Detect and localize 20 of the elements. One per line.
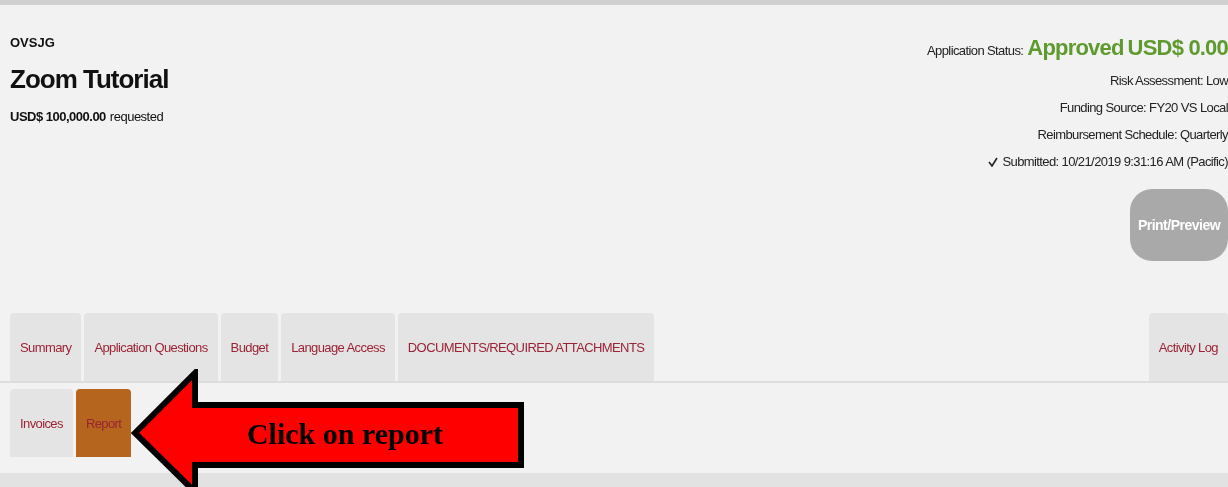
info-line: Funding Source: FY20 VS Local	[1059, 100, 1228, 115]
tab[interactable]: Application Questions	[84, 313, 218, 381]
requested-label: requested	[109, 109, 164, 124]
tab[interactable]: Invoices	[10, 389, 73, 457]
tab[interactable]: Language Access	[281, 313, 395, 381]
tab[interactable]: Summary	[10, 313, 82, 381]
callout-text: Click on report	[245, 417, 445, 451]
check-icon	[988, 156, 999, 167]
tab[interactable]: Activity Log	[1148, 313, 1228, 381]
status-label: Application Status:	[927, 43, 1024, 58]
approved-amount: USD$ 0.00	[1127, 35, 1228, 61]
tab[interactable]: Budget	[220, 313, 279, 381]
organization-name: OVSJG	[10, 35, 56, 50]
info-line: Risk Assessment: Low	[1109, 73, 1228, 88]
submitted-date: Submitted: 10/21/2019 9:31:16 AM (Pacific)	[1002, 154, 1228, 169]
requested-amount: USD$ 100,000.00	[10, 109, 106, 124]
tab[interactable]: DOCUMENTS/REQUIRED ATTACHMENTS	[397, 313, 655, 381]
info-line: Reimbursement Schedule: Quarterly	[1037, 127, 1228, 142]
status-value: Approved	[1027, 35, 1124, 61]
project-title: Zoom Tutorial	[10, 64, 169, 95]
